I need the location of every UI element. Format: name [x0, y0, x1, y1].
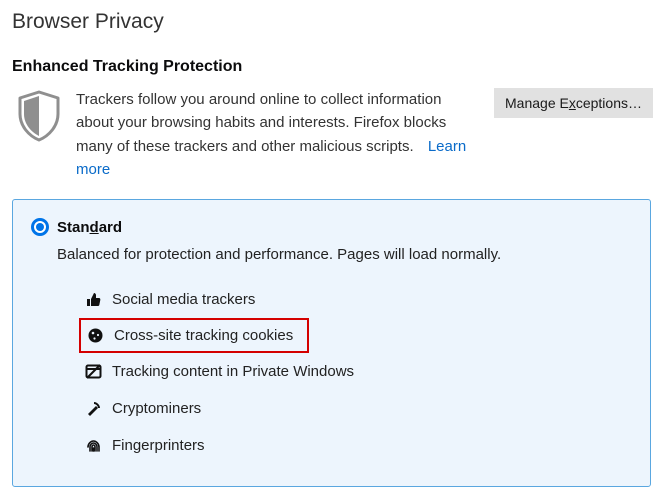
protections-list: Social media trackers Cross-site trackin…	[79, 281, 632, 464]
intro-text: Trackers follow you around online to col…	[76, 88, 480, 181]
list-item-label: Tracking content in Private Windows	[112, 363, 354, 380]
thumbs-icon	[85, 291, 102, 308]
list-item-private-windows: Tracking content in Private Windows	[79, 353, 632, 390]
manage-exceptions-pre: Manage E	[505, 95, 569, 111]
radio-selected-icon	[31, 218, 49, 236]
manage-exceptions-accesskey: x	[569, 95, 576, 111]
list-item-label: Cross-site tracking cookies	[114, 327, 293, 344]
manage-exceptions-button[interactable]: Manage Exceptions…	[494, 88, 653, 118]
cookie-icon	[87, 327, 104, 344]
shield-icon	[16, 90, 62, 145]
standard-radio-row[interactable]: Standard	[31, 218, 632, 236]
list-item-fingerprinters: Fingerprinters	[79, 427, 632, 464]
list-item-social: Social media trackers	[79, 281, 632, 318]
fingerprint-icon	[85, 437, 102, 454]
manage-exceptions-post: ceptions…	[576, 95, 642, 111]
list-item-cryptominers: Cryptominers	[79, 390, 632, 427]
option-title-pre: Stan	[57, 219, 90, 236]
option-title: Standard	[57, 219, 122, 236]
list-item-label: Fingerprinters	[112, 437, 205, 454]
option-description: Balanced for protection and performance.…	[57, 246, 632, 263]
option-title-accesskey: d	[90, 219, 99, 236]
intro-body: Trackers follow you around online to col…	[76, 91, 446, 155]
window-blocked-icon	[85, 363, 102, 380]
list-item-label: Cryptominers	[112, 400, 201, 417]
list-item-label: Social media trackers	[112, 291, 255, 308]
intro-row: Trackers follow you around online to col…	[10, 88, 653, 181]
option-title-post: ard	[99, 219, 122, 236]
pickaxe-icon	[85, 400, 102, 417]
page-title: Browser Privacy	[12, 10, 653, 34]
section-heading: Enhanced Tracking Protection	[12, 58, 653, 76]
standard-option-card: Standard Balanced for protection and per…	[12, 199, 651, 487]
list-item-cross-site: Cross-site tracking cookies	[79, 318, 309, 353]
